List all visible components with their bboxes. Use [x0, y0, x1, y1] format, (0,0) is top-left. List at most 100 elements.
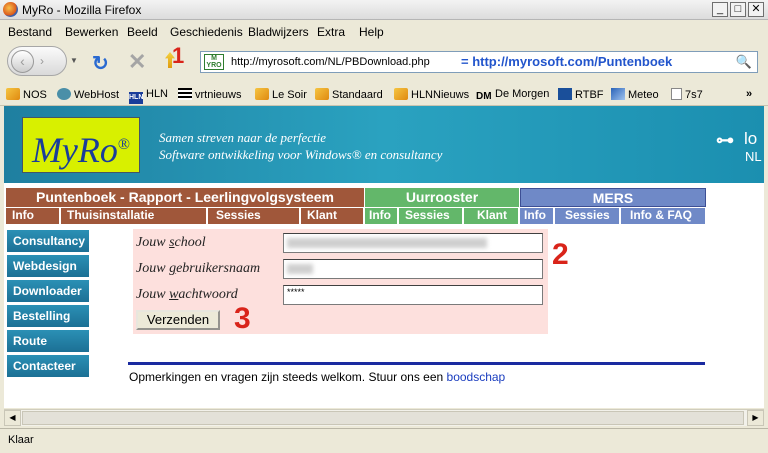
username-label: Jouw gebruikersnaam	[136, 261, 261, 276]
submit-button[interactable]: Verzenden	[136, 310, 220, 330]
tab-mers-info[interactable]: Info	[520, 208, 554, 224]
bookmark-vrtnieuws[interactable]: vrtnieuws	[178, 88, 241, 101]
bookmark-webhost[interactable]: WebHost	[57, 88, 119, 101]
step-marker-1: 1	[172, 43, 185, 68]
tab-uurrooster-info[interactable]: Info	[365, 208, 398, 224]
sidebar-item-bestelling[interactable]: Bestelling	[7, 305, 89, 327]
myro-logo[interactable]: MyRo®	[22, 117, 140, 173]
tab-uurrooster-klant[interactable]: Klant	[464, 208, 519, 224]
divider	[128, 362, 705, 365]
menu-bladwijzers[interactable]: Bladwijzers	[248, 25, 309, 39]
site-banner: MyRo® Samen streven naar de perfectie So…	[4, 106, 764, 183]
meteo-icon	[611, 88, 625, 100]
menu-extra[interactable]: Extra	[317, 25, 345, 39]
url-text[interactable]: http://myrosoft.com/NL/PBDownload.php	[231, 56, 430, 68]
sidebar-item-contacteer[interactable]: Contacteer	[7, 355, 89, 377]
history-dropdown-icon[interactable]: ▼	[70, 56, 78, 65]
login-link[interactable]: lo	[744, 129, 757, 149]
rss-feed-icon	[255, 88, 269, 100]
tab-puntenboek-klant[interactable]: Klant	[301, 208, 364, 224]
tagline-2: Software ontwikkeling voor Windows® en c…	[159, 147, 443, 162]
key-icon[interactable]: ⊶	[716, 130, 734, 151]
address-bar[interactable]: M YRO http://myrosoft.com/NL/PBDownload.…	[200, 51, 758, 73]
password-label: Jouw wachtwoord	[136, 287, 238, 302]
scroll-left-icon[interactable]: ◀	[4, 410, 21, 426]
tab-mers-sessies[interactable]: Sessies	[555, 208, 620, 224]
tab-mers[interactable]: MERS	[520, 188, 706, 207]
browser-window: MyRo - Mozilla Firefox _ □ ✕ Bestand Bew…	[0, 0, 768, 453]
bookmark-lesoir[interactable]: Le Soir	[255, 88, 307, 101]
rss-feed-icon	[6, 88, 20, 100]
webhost-icon	[57, 88, 71, 100]
footer-text: Opmerkingen en vragen zijn steeds welkom…	[129, 370, 506, 384]
close-button[interactable]: ✕	[748, 2, 764, 17]
vrt-icon	[178, 88, 192, 100]
bookmark-meteo[interactable]: Meteo	[611, 88, 659, 101]
minimize-button[interactable]: _	[712, 2, 728, 17]
rss-feed-icon	[394, 88, 408, 100]
bookmark-standaard[interactable]: Standaard	[315, 88, 383, 101]
menu-bestand[interactable]: Bestand	[8, 25, 52, 39]
url-annotation: = http://myrosoft.com/Puntenboek	[461, 54, 673, 69]
bookmark-hln[interactable]: HLN HLN	[129, 88, 168, 104]
sidebar-item-route[interactable]: Route	[7, 330, 89, 352]
menu-geschiedenis[interactable]: Geschiedenis	[170, 25, 243, 39]
menu-beeld[interactable]: Beeld	[127, 25, 158, 39]
tab-puntenboek[interactable]: Puntenboek - Rapport - Leerlingvolgsyste…	[6, 188, 364, 207]
school-label: Jouw school	[136, 235, 206, 250]
sidebar-item-consultancy[interactable]: Consultancy	[7, 230, 89, 252]
scroll-right-icon[interactable]: ▶	[747, 410, 764, 426]
page-icon	[671, 88, 682, 100]
bookmarks-overflow-button[interactable]: »	[746, 88, 752, 100]
tab-group-puntenboek: Puntenboek - Rapport - Leerlingvolgsyste…	[6, 188, 364, 224]
bookmark-demorgen[interactable]: DM De Morgen	[476, 88, 549, 103]
title-bar: MyRo - Mozilla Firefox _ □ ✕	[0, 0, 768, 20]
sidebar-item-webdesign[interactable]: Webdesign	[7, 255, 89, 277]
bookmark-nos[interactable]: NOS	[6, 88, 47, 101]
tab-mers-info-faq[interactable]: Info & FAQ	[621, 208, 706, 224]
bookmark-hlnnieuws[interactable]: HLNNieuws	[394, 88, 469, 101]
tab-puntenboek-sessies[interactable]: Sessies	[208, 208, 300, 224]
maximize-button[interactable]: □	[730, 2, 746, 17]
vertical-scrollbar[interactable]	[764, 106, 768, 408]
password-input[interactable]: *****	[283, 285, 543, 305]
step-marker-3: 3	[234, 302, 251, 335]
tab-group-mers: MERS Info Sessies Info & FAQ	[520, 188, 706, 224]
password-mask: *****	[287, 287, 305, 297]
bookmark-rtbf[interactable]: RTBF	[558, 88, 604, 101]
back-button[interactable]: ‹	[11, 50, 34, 73]
tagline-1: Samen streven naar de perfectie	[159, 130, 327, 145]
step-marker-2: 2	[552, 238, 569, 271]
firefox-icon	[3, 2, 18, 17]
reload-button[interactable]: ↻	[92, 51, 109, 76]
school-input[interactable]	[283, 233, 543, 253]
menu-bar: Bestand Bewerken Beeld Geschiedenis Blad…	[0, 21, 768, 42]
contact-link[interactable]: boodschap	[447, 370, 506, 384]
status-text: Klaar	[8, 434, 34, 446]
tab-uurrooster[interactable]: Uurrooster	[365, 188, 519, 207]
menu-help[interactable]: Help	[359, 25, 384, 39]
forward-button[interactable]: ›	[40, 54, 44, 68]
status-bar: Klaar	[0, 428, 768, 453]
demorgen-icon: DM	[476, 91, 492, 102]
site-identity-icon[interactable]: M YRO	[204, 54, 224, 70]
bookmarks-toolbar: NOS WebHost HLN HLN vrtnieuws Le Soir Sta…	[0, 84, 768, 106]
tab-puntenboek-info[interactable]: Info	[6, 208, 60, 224]
menu-bewerken[interactable]: Bewerken	[65, 25, 118, 39]
redacted-value	[287, 238, 487, 248]
rtbf-icon	[558, 88, 572, 100]
redacted-value	[287, 264, 313, 274]
sidebar-item-downloader[interactable]: Downloader	[7, 280, 89, 302]
bookmark-7s7[interactable]: 7s7	[671, 88, 703, 101]
tab-uurrooster-sessies[interactable]: Sessies	[399, 208, 463, 224]
username-input[interactable]	[283, 259, 543, 279]
language-label: NL	[745, 149, 762, 164]
login-form: Jouw school Jouw gebruikersnaam Jouw wac…	[133, 229, 548, 334]
stop-button[interactable]: ✕	[128, 49, 146, 75]
search-icon[interactable]: 🔍	[736, 54, 752, 70]
scroll-thumb[interactable]	[22, 411, 744, 425]
tab-puntenboek-thuisinstallatie[interactable]: Thuisinstallatie	[61, 208, 207, 224]
page-content: MyRo® Samen streven naar de perfectie So…	[4, 106, 764, 408]
horizontal-scrollbar[interactable]: ◀ ▶	[4, 409, 764, 426]
rss-feed-icon	[315, 88, 329, 100]
